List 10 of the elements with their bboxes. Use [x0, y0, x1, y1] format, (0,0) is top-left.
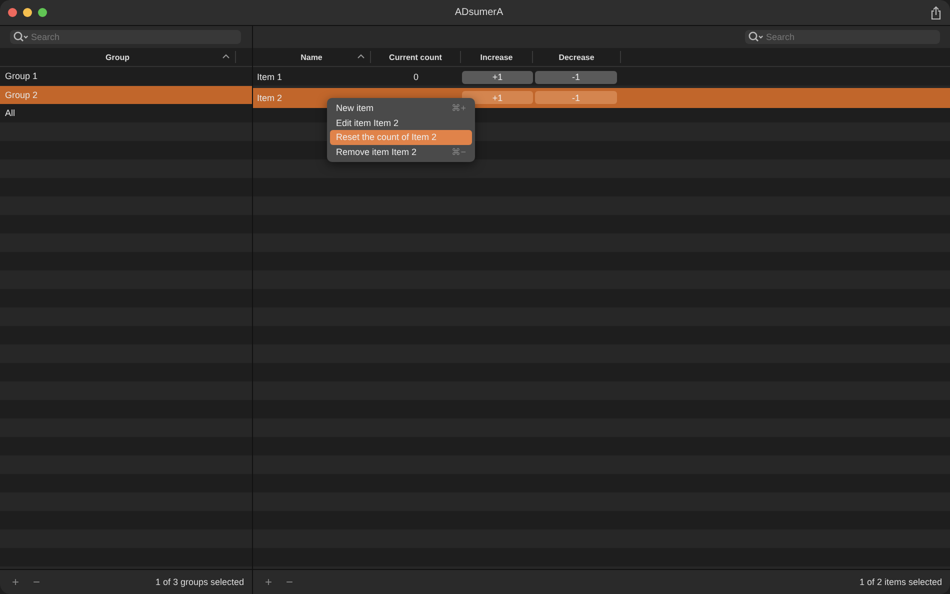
group-name: Group 1	[5, 71, 38, 82]
shortcut-label: ⌘−	[452, 146, 466, 157]
selection-status: 1 of 2 items selected	[859, 577, 942, 587]
item-name: Item 1	[257, 72, 282, 82]
group-name: Group 2	[5, 90, 38, 100]
item-name: Item 2	[257, 92, 282, 103]
count-value: 0	[413, 72, 418, 82]
selection-status: 1 of 3 groups selected	[155, 577, 244, 587]
window-title: ADsumerA	[454, 7, 504, 18]
group-name: All	[5, 108, 16, 118]
